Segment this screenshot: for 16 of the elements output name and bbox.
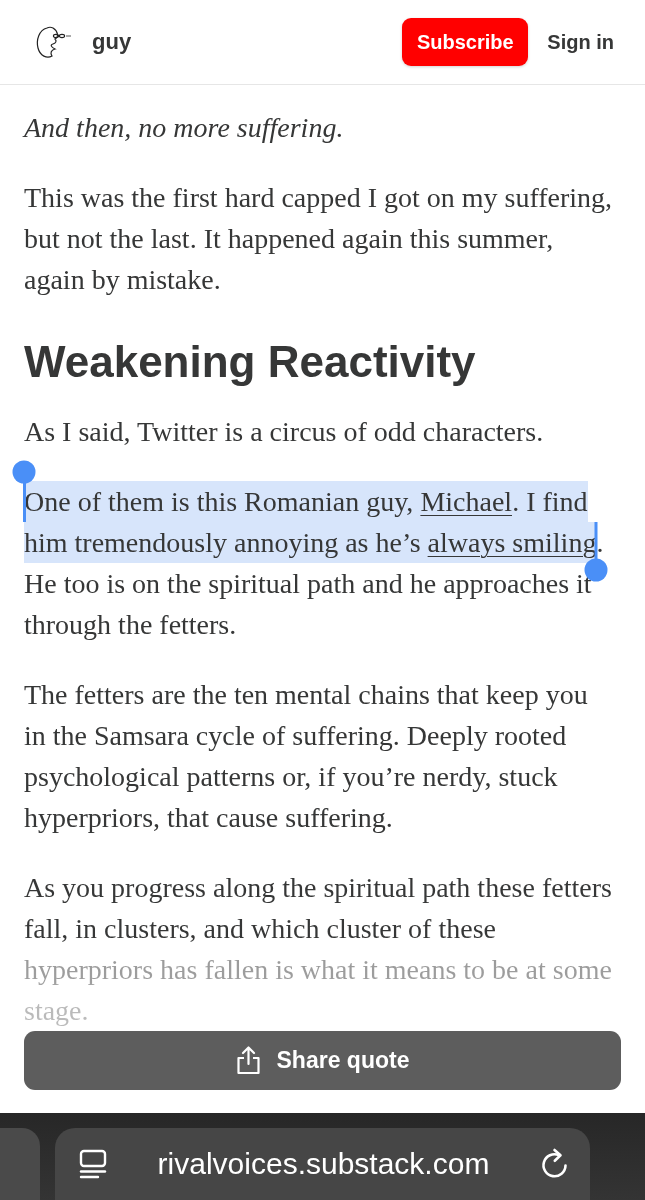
share-quote-button[interactable]: Share quote: [24, 1031, 621, 1090]
section-heading: Weakening Reactivity: [24, 336, 476, 388]
paragraph: This was the first hard capped I got on my suffering, but not the last. It happened again this summer, again by mistake.: [24, 181, 614, 297]
inline-link[interactable]: always smiling: [427, 522, 597, 563]
paragraph: The fetters are the ten mental chains that keep you in the Samsara cycle of suffering. Deeply rooted psychological patterns or, if you’re nerdy, stuck hyperpriors, that cause suffering.: [24, 678, 589, 835]
reload-icon[interactable]: [540, 1148, 570, 1180]
reader-icon[interactable]: [79, 1149, 107, 1179]
url-text: rivalvoices.substack.com: [156, 1147, 491, 1181]
paragraph: As I said, Twitter is a circus of odd characters.: [24, 415, 545, 449]
inline-link[interactable]: Michael: [420, 481, 513, 522]
italic-paragraph: And then, no more suffering.: [24, 111, 345, 145]
address-bar[interactable]: rivalvoices.substack.com: [55, 1128, 590, 1200]
site-name[interactable]: guy: [92, 29, 132, 55]
sign-in-link[interactable]: Sign in: [547, 30, 614, 54]
share-icon: [235, 1046, 261, 1075]
subscribe-button[interactable]: Subscribe: [402, 18, 529, 66]
